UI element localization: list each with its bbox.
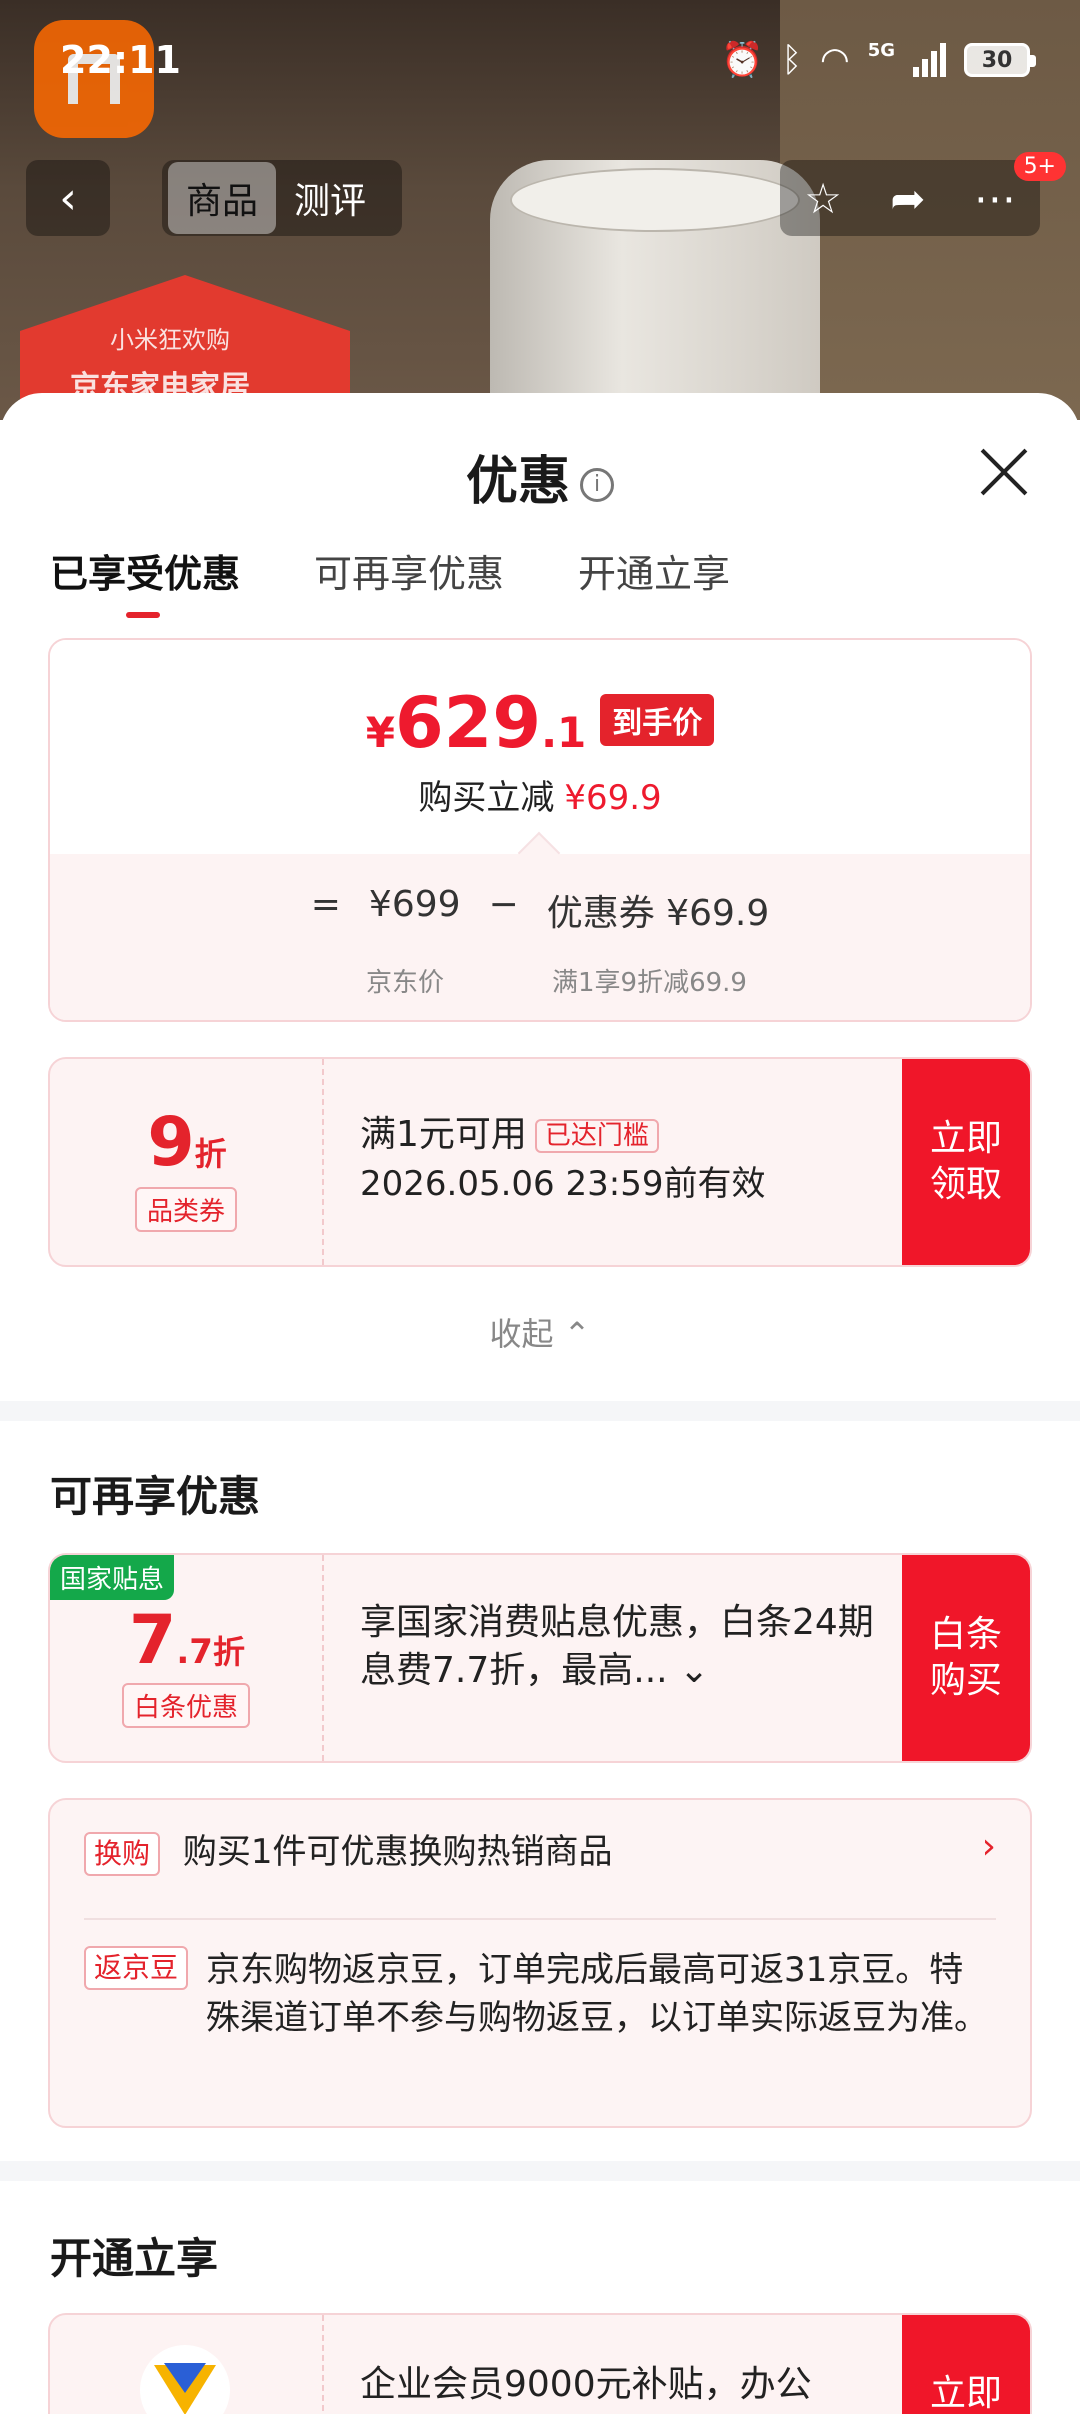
share-icon[interactable]: ➦ xyxy=(890,174,925,223)
coupon-kind: 品类券 xyxy=(134,1187,238,1232)
battery-level: 30 xyxy=(981,47,1013,73)
open-offers-title: 开通立享 xyxy=(50,2234,219,2283)
offers-sheet: 优惠 i 已享受优惠 可再享优惠 开通立享 ¥ 629 .1 到手价 购买立减 ¥6… xyxy=(0,393,1080,2414)
more-offers-title: 可再享优惠 xyxy=(50,1472,261,1521)
tab-enjoyed-offers[interactable]: 已享受优惠 xyxy=(50,543,240,618)
close-icon[interactable] xyxy=(978,445,1030,497)
subsidy-text[interactable]: 享国家消费贴息优惠，白条24期息费7.7折，最高... ⌄ xyxy=(360,1599,890,1695)
coupon-expiry: 2026.05.06 23:59前有效 xyxy=(360,1164,766,1204)
subsidy-discount-unit: 折 xyxy=(212,1633,245,1671)
star-icon[interactable]: ☆ xyxy=(804,174,842,223)
formula-coupon: 优惠券 ¥69.9 xyxy=(546,893,770,934)
back-button[interactable]: ‹ xyxy=(26,160,110,236)
beans-tag: 返京豆 xyxy=(84,1946,189,1990)
baitiao-buy-button[interactable]: 白条 购买 xyxy=(902,1555,1030,1761)
coupon-label: 满1享9折减69.9 xyxy=(552,968,747,998)
product-nav-tabs: 商品 测评 xyxy=(162,160,402,236)
product-appliance-top xyxy=(510,168,800,232)
formula-minus: − xyxy=(488,884,519,925)
row-divider xyxy=(84,1918,996,1920)
final-price-tag: 到手价 xyxy=(600,694,715,746)
collapse-button[interactable]: 收起 ⌃ xyxy=(0,1309,1080,1355)
tab-open-offers[interactable]: 开通立享 xyxy=(578,543,730,598)
sheet-title: 优惠 i xyxy=(0,439,1080,514)
final-price: ¥ 629 .1 到手价 xyxy=(50,682,1030,764)
battery-icon: 30 xyxy=(964,43,1036,77)
subsidy-coupon: 7.7折 白条优惠 国家贴息 享国家消费贴息优惠，白条24期息费7.7折，最高.… xyxy=(48,1553,1032,1763)
price-integer: 629 xyxy=(394,682,542,764)
promo-small-text: 小米狂欢购 xyxy=(110,326,230,354)
section-divider xyxy=(0,1401,1080,1421)
vip-coupon: 企业会员9000元补贴，办公 立即 xyxy=(48,2313,1032,2414)
message-badge: 5+ xyxy=(1013,152,1066,181)
signal-icon xyxy=(913,43,946,77)
subsidy-kind: 白条优惠 xyxy=(121,1683,251,1728)
national-subsidy-flag: 国家贴息 xyxy=(50,1555,175,1600)
exchange-row[interactable]: 换购 购买1件可优惠换购热销商品 xyxy=(84,1828,996,1876)
vip-text: 企业会员9000元补贴，办公 xyxy=(360,2364,812,2405)
claim-coupon-button[interactable]: 立即 领取 xyxy=(902,1059,1030,1265)
reduction-value: ¥69.9 xyxy=(564,778,662,818)
wifi-icon: ◠ xyxy=(820,40,850,80)
beans-row: 返京豆 京东购物返京豆，订单完成后最高可返31京豆。特殊渠道订单不参与购物返豆，… xyxy=(84,1946,996,2042)
status-icons: ⏰ ᛒ ◠ 5G 30 xyxy=(721,40,1036,80)
price-decimal: .1 xyxy=(541,708,587,757)
instant-reduction: 购买立减 ¥69.9 xyxy=(50,770,1030,819)
price-formula: = ¥699 − 优惠券 ¥69.9 xyxy=(50,884,1030,936)
discount-value: 9 xyxy=(147,1103,195,1182)
subsidy-discount-dec: .7 xyxy=(176,1632,213,1672)
alarm-icon: ⏰ xyxy=(721,40,764,80)
formula-equals: = xyxy=(310,884,341,925)
exchange-text: 购买1件可优惠换购热销商品 xyxy=(182,1832,613,1872)
tab-more-offers[interactable]: 可再享优惠 xyxy=(314,543,504,598)
reduction-label: 购买立减 xyxy=(418,778,555,818)
info-icon[interactable]: i xyxy=(580,468,614,502)
exchange-tag: 换购 xyxy=(84,1832,161,1876)
coupon-details: 满1元可用 已达门槛 2026.05.06 23:59前有效 xyxy=(360,1111,890,1208)
chevron-left-icon: ‹ xyxy=(59,172,77,224)
subsidy-discount: 7.7折 xyxy=(50,1601,324,1680)
tab-product[interactable]: 商品 xyxy=(168,162,277,234)
status-time: 22:11 xyxy=(60,38,181,82)
coupon-discount: 9折 xyxy=(50,1103,324,1182)
enterprise-vip-logo-icon xyxy=(140,2345,230,2414)
coupon-condition: 满1元可用 xyxy=(360,1114,527,1155)
base-price-label: 京东价 xyxy=(366,968,445,998)
vip-open-button[interactable]: 立即 xyxy=(902,2315,1030,2414)
currency-symbol: ¥ xyxy=(365,708,395,757)
network-label: 5G xyxy=(867,40,895,61)
chevron-right-icon[interactable]: › xyxy=(982,1826,996,1867)
extra-offers-card: 换购 购买1件可优惠换购热销商品 › 返京豆 京东购物返京豆，订单完成后最高可返… xyxy=(48,1798,1032,2128)
subsidy-discount-int: 7 xyxy=(129,1601,177,1680)
tab-review[interactable]: 测评 xyxy=(276,162,384,234)
more-icon[interactable]: ⋯ xyxy=(974,174,1016,223)
discount-unit: 折 xyxy=(194,1135,227,1173)
beans-text: 京东购物返京豆，订单完成后最高可返31京豆。特殊渠道订单不参与购物返豆，以订单实… xyxy=(206,1950,989,2038)
price-card: ¥ 629 .1 到手价 购买立减 ¥69.9 = ¥699 − 优惠券 ¥69.… xyxy=(48,638,1032,1022)
sheet-title-text: 优惠 xyxy=(465,452,570,512)
section-divider-2 xyxy=(0,2161,1080,2181)
offers-tabs: 已享受优惠 可再享优惠 开通立享 xyxy=(50,543,730,618)
product-actions: ☆ ➦ ⋯ xyxy=(780,160,1040,236)
category-coupon: 9折 品类券 满1元可用 已达门槛 2026.05.06 23:59前有效 立即 … xyxy=(48,1057,1032,1267)
bluetooth-icon: ᛒ xyxy=(781,40,803,80)
threshold-badge: 已达门槛 xyxy=(534,1119,659,1153)
formula-base-price: ¥699 xyxy=(368,884,461,925)
